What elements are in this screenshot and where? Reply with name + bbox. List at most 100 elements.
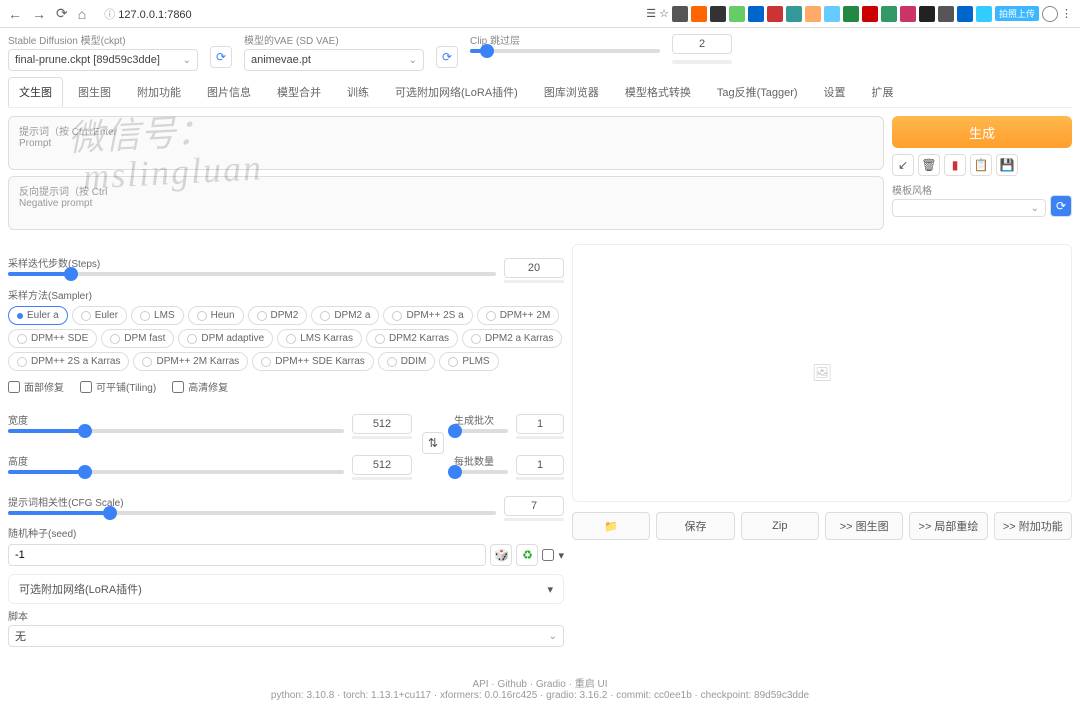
sampler-option[interactable]: DPM2 <box>248 306 308 325</box>
batch-count-value[interactable]: 1 <box>516 414 564 434</box>
clip-value[interactable]: 2 <box>672 34 732 54</box>
sampler-option[interactable]: DPM++ 2S a Karras <box>8 352 129 371</box>
ext-icon[interactable] <box>862 6 878 22</box>
width-value[interactable]: 512 <box>352 414 412 434</box>
seed-input[interactable] <box>8 544 486 566</box>
height-value[interactable]: 512 <box>352 455 412 475</box>
model-dropdown[interactable]: final-prune.ckpt [89d59c3dde] <box>8 49 198 71</box>
trash-icon[interactable]: 🗑 <box>918 154 940 176</box>
open-folder-button[interactable]: 📁 <box>572 512 650 540</box>
sampler-option[interactable]: DPM2 a Karras <box>462 329 562 348</box>
width-slider[interactable] <box>8 429 344 433</box>
tab-browser[interactable]: 图库浏览器 <box>533 77 610 107</box>
tab-train[interactable]: 训练 <box>336 77 380 107</box>
swap-dims-icon[interactable]: ⇅ <box>422 432 444 454</box>
ext-icon[interactable] <box>881 6 897 22</box>
ext-icon[interactable] <box>805 6 821 22</box>
send-extras-button[interactable]: >> 附加功能 <box>994 512 1072 540</box>
send-inpaint-button[interactable]: >> 局部重绘 <box>909 512 987 540</box>
refresh-vae-icon[interactable]: ⟳ <box>436 46 458 68</box>
tab-extras[interactable]: 附加功能 <box>126 77 192 107</box>
sampler-option[interactable]: LMS <box>131 306 184 325</box>
ext-icon[interactable] <box>824 6 840 22</box>
face-restore-checkbox[interactable]: 面部修复 <box>8 379 64 394</box>
ext-icon[interactable] <box>976 6 992 22</box>
ext-icon[interactable] <box>919 6 935 22</box>
card-icon[interactable]: ▮ <box>944 154 966 176</box>
arrow-icon[interactable]: ↙ <box>892 154 914 176</box>
tab-lora[interactable]: 可选附加网络(LoRA插件) <box>384 77 529 107</box>
seed-chevron-icon[interactable]: ▾ <box>558 549 564 562</box>
recycle-icon[interactable]: ♻ <box>516 544 538 566</box>
steps-slider[interactable] <box>8 272 496 276</box>
ext-icon[interactable] <box>957 6 973 22</box>
generate-button[interactable]: 生成 <box>892 116 1072 148</box>
ext-icon[interactable] <box>729 6 745 22</box>
sampler-option[interactable]: DPM adaptive <box>178 329 273 348</box>
send-img2img-button[interactable]: >> 图生图 <box>825 512 903 540</box>
dice-icon[interactable]: 🎲 <box>490 544 512 566</box>
sampler-option[interactable]: DPM++ 2M <box>477 306 560 325</box>
menu-icon[interactable]: ⋮ <box>1061 7 1072 20</box>
ext-icon[interactable] <box>691 6 707 22</box>
hires-checkbox[interactable]: 高清修复 <box>172 379 228 394</box>
tab-merge[interactable]: 模型合并 <box>266 77 332 107</box>
sampler-option[interactable]: Euler <box>72 306 127 325</box>
refresh-model-icon[interactable]: ⟳ <box>210 46 232 68</box>
sampler-option[interactable]: DPM fast <box>101 329 174 348</box>
sampler-option[interactable]: DPM++ 2S a <box>383 306 472 325</box>
sampler-option[interactable]: Heun <box>188 306 244 325</box>
zip-button[interactable]: Zip <box>741 512 819 540</box>
sampler-option[interactable]: DPM++ SDE Karras <box>252 352 373 371</box>
ext-icon[interactable] <box>938 6 954 22</box>
sampler-option[interactable]: PLMS <box>439 352 498 371</box>
cfg-value[interactable]: 7 <box>504 496 564 516</box>
tab-tagger[interactable]: Tag反推(Tagger) <box>706 77 809 107</box>
clip-slider[interactable] <box>470 49 660 53</box>
url-bar[interactable]: ⓘ 127.0.0.1:7860 <box>96 4 199 24</box>
tiling-checkbox[interactable]: 可平铺(Tiling) <box>80 379 156 394</box>
reload-icon[interactable]: ⟳ <box>56 5 68 22</box>
batch-count-slider[interactable] <box>454 429 508 433</box>
template-dropdown[interactable] <box>892 199 1046 217</box>
sampler-option[interactable]: DPM++ 2M Karras <box>133 352 248 371</box>
ext-icon[interactable] <box>843 6 859 22</box>
ext-icon[interactable] <box>900 6 916 22</box>
sampler-option[interactable]: DPM2 a <box>311 306 379 325</box>
reader-icon[interactable]: ☰ <box>646 7 656 20</box>
ext-icon[interactable] <box>786 6 802 22</box>
tab-convert[interactable]: 模型格式转换 <box>614 77 702 107</box>
user-icon[interactable] <box>1042 6 1058 22</box>
ext-icon[interactable] <box>748 6 764 22</box>
forward-icon[interactable]: → <box>32 6 46 22</box>
negative-prompt-input[interactable]: 反向提示词（按 Ctrl Negative prompt <box>8 176 884 230</box>
lora-accordion[interactable]: 可选附加网络(LoRA插件)▾ <box>8 574 564 604</box>
ext-icon[interactable] <box>710 6 726 22</box>
vae-dropdown[interactable]: animevae.pt <box>244 49 424 71</box>
sampler-option[interactable]: Euler a <box>8 306 68 325</box>
tab-pnginfo[interactable]: 图片信息 <box>196 77 262 107</box>
batch-size-value[interactable]: 1 <box>516 455 564 475</box>
script-dropdown[interactable]: 无 <box>8 625 564 647</box>
sampler-option[interactable]: DPM2 Karras <box>366 329 458 348</box>
height-slider[interactable] <box>8 470 344 474</box>
upload-badge[interactable]: 拍照上传 <box>995 6 1039 21</box>
ext-icon[interactable] <box>672 6 688 22</box>
cfg-slider[interactable] <box>8 511 496 515</box>
sampler-option[interactable]: LMS Karras <box>277 329 362 348</box>
sampler-option[interactable]: DDIM <box>378 352 436 371</box>
save-button[interactable]: 保存 <box>656 512 734 540</box>
tab-txt2img[interactable]: 文生图 <box>8 77 63 107</box>
batch-size-slider[interactable] <box>454 470 508 474</box>
refresh-template-icon[interactable]: ⟳ <box>1050 195 1072 217</box>
clipboard-icon[interactable]: 📋 <box>970 154 992 176</box>
star-icon[interactable]: ☆ <box>659 7 669 20</box>
steps-value[interactable]: 20 <box>504 258 564 278</box>
home-icon[interactable]: ⌂ <box>78 6 86 22</box>
seed-extra-checkbox[interactable] <box>542 549 554 561</box>
tab-extensions[interactable]: 扩展 <box>861 77 905 107</box>
back-icon[interactable]: ← <box>8 6 22 22</box>
footer-links[interactable]: API · Github · Gradio · 重启 UI <box>16 675 1064 690</box>
sampler-option[interactable]: DPM++ SDE <box>8 329 97 348</box>
tab-img2img[interactable]: 图生图 <box>67 77 122 107</box>
